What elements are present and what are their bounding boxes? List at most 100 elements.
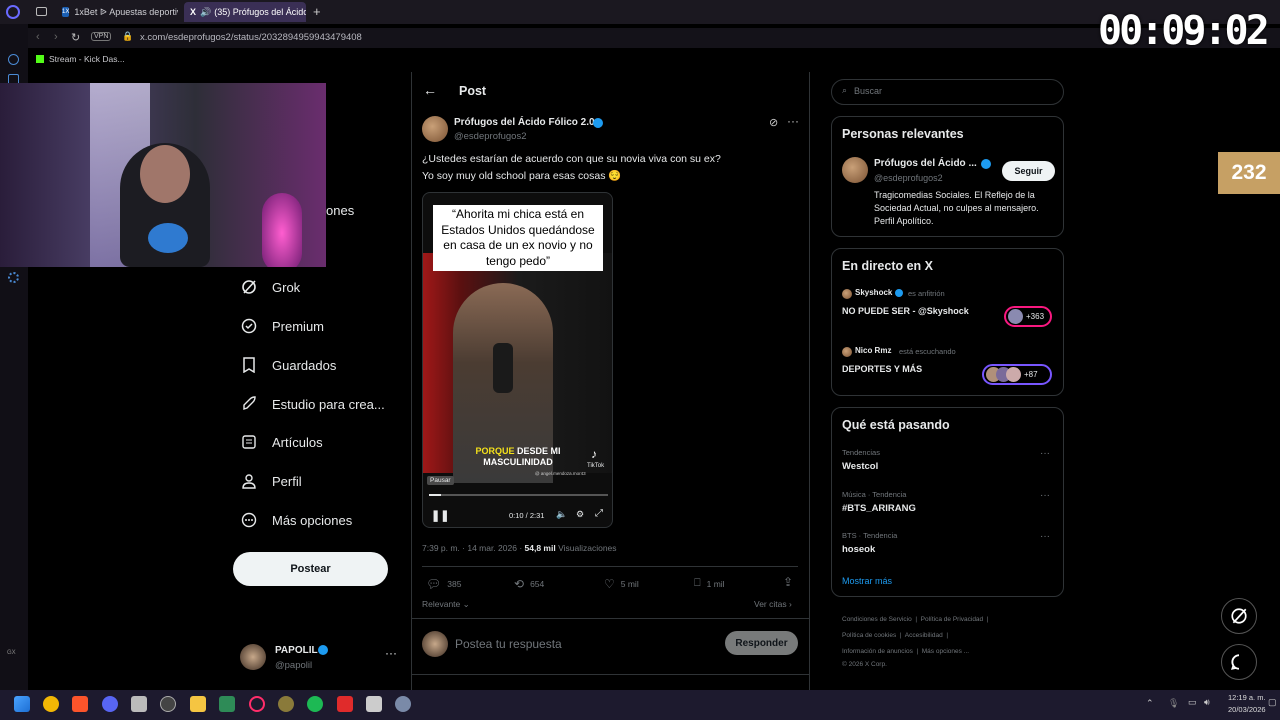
volume-tray-icon[interactable]: 🔊︎ <box>1204 697 1210 708</box>
discord-icon[interactable] <box>102 696 118 712</box>
account-more-icon[interactable]: ··· <box>385 646 397 660</box>
account-switcher[interactable]: PAPOLIL @papolil ··· <box>240 644 400 674</box>
search-box[interactable]: ⌕ Buscar <box>831 79 1064 105</box>
brave-icon[interactable] <box>72 696 88 712</box>
footer-link[interactable]: Política de Privacidad <box>921 616 984 623</box>
mic-icon[interactable]: 🎙︎ <box>1168 698 1179 709</box>
nav-label: Estudio para crea... <box>272 396 385 412</box>
url-text[interactable]: x.com/esdeprofugos2/status/2032894959943… <box>140 32 362 43</box>
trend-name: #BTS_ARIRANG <box>842 503 916 514</box>
copyright: © 2026 X Corp. <box>842 661 887 668</box>
trend-more-icon[interactable]: ··· <box>1040 490 1050 501</box>
nav-bookmarks[interactable]: Guardados <box>240 356 336 374</box>
video-subtitle: PORQUE DESDE MI MASCULINIDAD <box>453 446 583 468</box>
grok-floating-button[interactable] <box>1221 598 1257 634</box>
volume-icon[interactable]: 🔈 <box>556 509 567 520</box>
nav-articles[interactable]: Artículos <box>240 433 323 451</box>
taskbar-app-icon[interactable] <box>278 696 294 712</box>
opera-gx-icon[interactable] <box>249 696 265 712</box>
video-settings-icon[interactable]: ⚙ <box>576 509 584 520</box>
footer-link[interactable]: Más opciones ... <box>922 648 969 655</box>
trend-more-icon[interactable]: ··· <box>1040 531 1050 542</box>
trend-more-icon[interactable]: ··· <box>1040 448 1050 459</box>
relevant-avatar[interactable] <box>842 157 868 183</box>
taskbar-app-icon[interactable] <box>131 696 147 712</box>
footer-link[interactable]: Condiciones de Servicio <box>842 616 912 623</box>
author-name[interactable]: Prófugos del Ácido Fólico 2.0 <box>454 117 595 128</box>
trend-item[interactable]: Música · Tendencia #BTS_ARIRANG ··· <box>842 490 1054 514</box>
tab-label: (35) Prófugos del Ácido <box>214 7 306 17</box>
footer-link[interactable]: Información de anuncios <box>842 648 913 655</box>
relevant-name[interactable]: Prófugos del Ácido ... <box>874 158 977 169</box>
vpn-badge[interactable]: VPN <box>91 32 112 41</box>
sidebar-app-icon[interactable] <box>8 54 19 65</box>
compose-post-button[interactable]: Postear <box>233 552 388 586</box>
tray-chevron-icon[interactable]: ⌃ <box>1146 698 1154 709</box>
back-icon[interactable]: ‹ <box>36 31 40 43</box>
bookmark-action[interactable]: ⎕ 1 mil <box>694 577 725 590</box>
game-controller-icon[interactable] <box>219 696 235 712</box>
reload-icon[interactable]: ↻ <box>71 31 80 44</box>
post-timestamp[interactable]: 7:39 p. m. · 14 mar. 2026 · <box>422 543 525 553</box>
sort-dropdown[interactable]: Relevante ⌄ <box>422 599 470 610</box>
windows-start-icon[interactable] <box>14 696 30 712</box>
pause-icon[interactable]: ❚❚ <box>431 509 449 522</box>
taskbar-app-icon[interactable] <box>337 696 353 712</box>
fullscreen-icon[interactable]: ⤢ <box>595 508 603 519</box>
space-item[interactable]: Skyshock es anfitrión NO PUEDE SER - @Sk… <box>842 287 1054 331</box>
follow-button[interactable]: Seguir <box>1002 161 1055 181</box>
footer-link[interactable]: Política de cookies <box>842 632 896 639</box>
settings-gear-icon[interactable] <box>395 696 411 712</box>
nav-partial-label[interactable]: ones <box>326 203 354 218</box>
network-icon[interactable]: ▭ <box>1188 697 1197 708</box>
author-avatar[interactable] <box>422 116 448 142</box>
nav-more-options[interactable]: Más opciones <box>240 511 352 529</box>
nav-creator-studio[interactable]: Estudio para crea... <box>240 395 385 413</box>
repost-action[interactable]: ⟲ 654 <box>514 577 544 591</box>
footer-link[interactable]: Accesibilidad <box>905 632 943 639</box>
opera-logo-icon[interactable] <box>6 5 20 19</box>
sidebar-app-icon[interactable]: GX <box>7 650 16 656</box>
like-action[interactable]: ♡ 5 mil <box>604 577 639 591</box>
trend-item[interactable]: Tendencias Westcol ··· <box>842 448 1054 472</box>
view-quotes-link[interactable]: Ver citas › <box>754 599 792 609</box>
spotify-icon[interactable] <box>307 696 323 712</box>
verified-icon <box>981 159 991 169</box>
tab-overview-icon[interactable] <box>36 7 47 16</box>
video-player[interactable]: “Ahorita mi chica está en Estados Unidos… <box>422 192 613 528</box>
trend-item[interactable]: BTS · Tendencia hoseok ··· <box>842 531 1054 555</box>
author-handle[interactable]: @esdeprofugos2 <box>454 131 527 142</box>
tab-x-post[interactable]: X 🔊 (35) Prófugos del Ácido <box>184 2 306 22</box>
settings-icon[interactable] <box>8 272 19 283</box>
bookmark-kick[interactable]: Stream - Kick Das... <box>49 54 125 64</box>
grok-explain-icon[interactable]: ⊘ <box>769 116 778 129</box>
speaker-icon[interactable]: 🔊 <box>200 7 211 18</box>
show-more-link[interactable]: Mostrar más <box>842 576 892 586</box>
divider <box>412 674 809 675</box>
video-progress-track[interactable] <box>429 494 608 496</box>
taskbar-app-icon[interactable] <box>160 696 176 712</box>
taskbar-date[interactable]: 20/03/2026 <box>1228 705 1266 714</box>
space-item[interactable]: Nico Rmz está escuchando DEPORTES Y MÁS … <box>842 345 1054 389</box>
forward-icon[interactable]: › <box>54 31 58 43</box>
nav-grok[interactable]: Grok <box>240 278 300 296</box>
listener-count: +87 <box>1024 370 1038 379</box>
subtitle-text: MASCULINIDAD <box>483 457 553 467</box>
reply-icon: 💬︎ <box>426 577 442 591</box>
taskbar-app-icon[interactable] <box>43 696 59 712</box>
file-explorer-icon[interactable] <box>190 696 206 712</box>
reply-action[interactable]: 💬︎ 385 <box>426 577 461 591</box>
post-more-icon[interactable]: ··· <box>787 114 799 128</box>
nav-profile[interactable]: Perfil <box>240 472 302 490</box>
taskbar-time[interactable]: 12:19 a. m. <box>1228 693 1266 702</box>
back-arrow-icon[interactable]: ← <box>423 82 437 98</box>
tab-1xbet[interactable]: 1X 1xBet ᐉ Apuestas deportiv <box>56 2 178 22</box>
share-icon[interactable]: ⇪ <box>783 575 793 589</box>
reply-input[interactable]: Postea tu respuesta <box>455 637 562 651</box>
nav-premium[interactable]: Premium <box>240 317 324 335</box>
messages-floating-button[interactable] <box>1221 644 1257 680</box>
taskbar-app-icon[interactable] <box>366 696 382 712</box>
new-tab-button[interactable]: + <box>313 4 321 19</box>
reply-button[interactable]: Responder <box>725 631 798 655</box>
notification-icon[interactable]: ▢ <box>1268 697 1277 708</box>
